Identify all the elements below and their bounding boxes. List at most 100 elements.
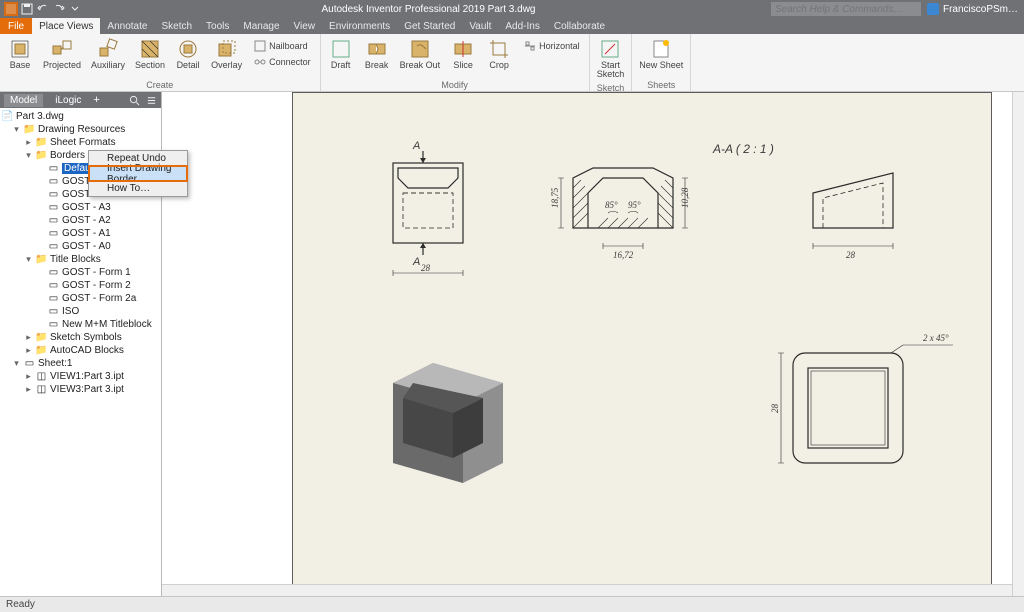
tab-environments[interactable]: Environments bbox=[322, 18, 397, 34]
tab-collaborate[interactable]: Collaborate bbox=[547, 18, 612, 34]
svg-text:A: A bbox=[412, 140, 420, 152]
search-icon[interactable] bbox=[129, 95, 140, 106]
tree-sheet-formats[interactable]: ▸📁Sheet Formats bbox=[0, 136, 161, 149]
redo-icon[interactable] bbox=[52, 2, 66, 16]
tab-tools[interactable]: Tools bbox=[199, 18, 236, 34]
tab-sketch[interactable]: Sketch bbox=[154, 18, 199, 34]
ribbon-tabs: File Place Views Annotate Sketch Tools M… bbox=[0, 18, 1024, 34]
dim-width: 28 bbox=[393, 263, 463, 276]
angle1: 85° bbox=[605, 200, 618, 210]
slice-icon bbox=[452, 38, 474, 60]
base-view-button[interactable]: Base bbox=[4, 36, 36, 72]
user-name: FranciscoPSm… bbox=[943, 4, 1018, 15]
horizontal-icon bbox=[524, 40, 536, 52]
tree-root[interactable]: 📄Part 3.dwg bbox=[0, 110, 161, 123]
new-sheet-button[interactable]: New Sheet bbox=[636, 36, 686, 72]
vertical-scrollbar[interactable] bbox=[1012, 92, 1024, 596]
browser-options-icon[interactable] bbox=[146, 95, 157, 106]
tree-view-item[interactable]: ▸◫VIEW1:Part 3.ipt bbox=[0, 370, 161, 383]
new-sheet-icon bbox=[650, 38, 672, 60]
drawing-svg: A-A ( 2 : 1 ) A A bbox=[293, 93, 993, 596]
base-view-icon bbox=[9, 38, 31, 60]
tree-border-item[interactable]: ▭GOST - A0 bbox=[0, 240, 161, 253]
crop-view-button[interactable]: Crop bbox=[483, 36, 515, 72]
tree-sketch-symbols[interactable]: ▸📁Sketch Symbols bbox=[0, 331, 161, 344]
view-front: A A 28 bbox=[393, 140, 463, 276]
slice-view-button[interactable]: Slice bbox=[447, 36, 479, 72]
undo-icon[interactable] bbox=[36, 2, 50, 16]
ribbon-group-sketch: Start Sketch Sketch bbox=[590, 34, 633, 91]
view-side: 28 bbox=[813, 173, 893, 260]
horizontal-scrollbar[interactable] bbox=[162, 584, 1012, 596]
overlay-view-icon bbox=[216, 38, 238, 60]
help-search-input[interactable] bbox=[771, 2, 921, 16]
border-icon: ▭ bbox=[48, 241, 59, 252]
start-sketch-button[interactable]: Start Sketch bbox=[594, 36, 628, 82]
tree-autocad-blocks[interactable]: ▸📁AutoCAD Blocks bbox=[0, 344, 161, 357]
tree-border-item[interactable]: ▭GOST - A3 bbox=[0, 201, 161, 214]
titleblock-icon: ▭ bbox=[48, 267, 59, 278]
add-browser-tab-icon[interactable]: + bbox=[93, 94, 99, 106]
projected-view-button[interactable]: Projected bbox=[40, 36, 84, 72]
tree-tb-item[interactable]: ▭GOST - Form 2a bbox=[0, 292, 161, 305]
tab-view[interactable]: View bbox=[287, 18, 323, 34]
tree-border-item[interactable]: ▭GOST - A2 bbox=[0, 214, 161, 227]
border-icon: ▭ bbox=[48, 215, 59, 226]
app-menu-icon[interactable] bbox=[4, 2, 18, 16]
tree-title-blocks[interactable]: ▾📁Title Blocks bbox=[0, 253, 161, 266]
tree-tb-item[interactable]: ▭New M+M Titleblock bbox=[0, 318, 161, 331]
break-view-button[interactable]: Break bbox=[361, 36, 393, 72]
titleblock-icon: ▭ bbox=[48, 280, 59, 291]
break-icon bbox=[366, 38, 388, 60]
border-icon: ▭ bbox=[48, 228, 59, 239]
tab-get-started[interactable]: Get Started bbox=[397, 18, 462, 34]
tree-view-item[interactable]: ▸◫VIEW3:Part 3.ipt bbox=[0, 383, 161, 396]
section-arrow-top: A bbox=[412, 140, 426, 163]
tree-sheet1[interactable]: ▾▭Sheet:1 bbox=[0, 357, 161, 370]
tab-vault[interactable]: Vault bbox=[462, 18, 498, 34]
tab-addins[interactable]: Add-Ins bbox=[498, 18, 546, 34]
ribbon: Base Projected Auxiliary Section Detail … bbox=[0, 34, 1024, 92]
border-icon: ▭ bbox=[48, 176, 59, 187]
save-icon[interactable] bbox=[20, 2, 34, 16]
nailboard-button[interactable]: Nailboard bbox=[251, 38, 314, 53]
user-account[interactable]: FranciscoPSm… bbox=[927, 3, 1018, 15]
folder-icon: 📁 bbox=[36, 150, 47, 161]
group-label-create: Create bbox=[4, 79, 316, 91]
context-menu: Repeat Undo Insert Drawing Border… How T… bbox=[88, 150, 188, 197]
ribbon-group-sheets: New Sheet Sheets bbox=[632, 34, 691, 91]
menu-insert-drawing-border[interactable]: Insert Drawing Border… bbox=[89, 166, 187, 181]
folder-icon: 📁 bbox=[24, 124, 35, 135]
ribbon-group-create: Base Projected Auxiliary Section Detail … bbox=[0, 34, 321, 91]
tab-place-views[interactable]: Place Views bbox=[32, 18, 100, 34]
draft-view-button[interactable]: Draft bbox=[325, 36, 357, 72]
folder-icon: 📁 bbox=[36, 137, 47, 148]
svg-text:10,28: 10,28 bbox=[680, 187, 690, 208]
tab-file[interactable]: File bbox=[0, 18, 32, 34]
sketch-icon bbox=[599, 38, 621, 60]
tree-tb-item[interactable]: ▭ISO bbox=[0, 305, 161, 318]
detail-view-button[interactable]: Detail bbox=[172, 36, 204, 72]
tree-tb-item[interactable]: ▭GOST - Form 2 bbox=[0, 279, 161, 292]
tree-tb-item[interactable]: ▭GOST - Form 1 bbox=[0, 266, 161, 279]
chamfer-note: 2 x 45° bbox=[923, 333, 949, 343]
horizontal-align-button[interactable]: Horizontal bbox=[521, 38, 583, 53]
svg-text:28: 28 bbox=[770, 404, 780, 414]
section-label: A-A ( 2 : 1 ) bbox=[712, 142, 774, 156]
drawing-canvas[interactable]: A-A ( 2 : 1 ) A A bbox=[162, 92, 1024, 596]
tab-manage[interactable]: Manage bbox=[236, 18, 286, 34]
browser-tab-model[interactable]: Model bbox=[4, 94, 43, 107]
qat-more-icon[interactable] bbox=[68, 2, 82, 16]
connector-button[interactable]: Connector bbox=[251, 54, 314, 69]
quick-access-toolbar bbox=[0, 2, 86, 16]
tree-drawing-resources[interactable]: ▾📁Drawing Resources bbox=[0, 123, 161, 136]
tree-border-item[interactable]: ▭GOST - A1 bbox=[0, 227, 161, 240]
section-view-button[interactable]: Section bbox=[132, 36, 168, 72]
auxiliary-view-button[interactable]: Auxiliary bbox=[88, 36, 128, 72]
group-label-modify: Modify bbox=[325, 79, 585, 91]
breakout-view-button[interactable]: Break Out bbox=[397, 36, 444, 72]
overlay-view-button[interactable]: Overlay bbox=[208, 36, 245, 72]
browser-tab-ilogic[interactable]: iLogic bbox=[49, 94, 87, 107]
tab-annotate[interactable]: Annotate bbox=[100, 18, 154, 34]
nailboard-icon bbox=[254, 40, 266, 52]
